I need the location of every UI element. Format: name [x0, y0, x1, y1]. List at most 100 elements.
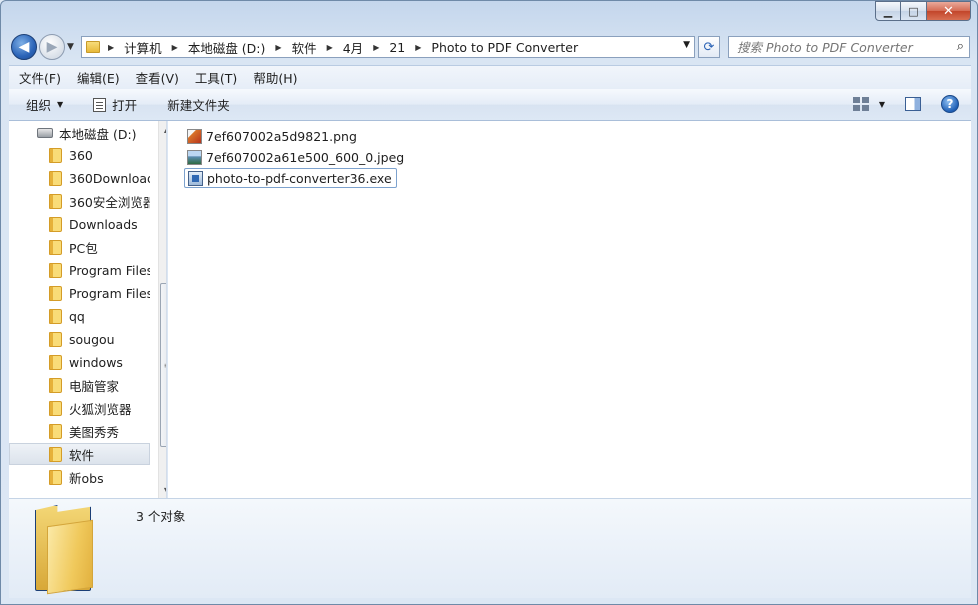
file-name: 7ef607002a5d9821.png	[206, 128, 357, 144]
nav-item-label: qq	[69, 308, 85, 324]
file-name: 7ef607002a61e500_600_0.jpeg	[206, 149, 405, 165]
close-button[interactable]: ✕	[927, 1, 971, 21]
nav-item-label: 360安全浏览器	[69, 194, 150, 210]
minimize-button[interactable]: ▁	[875, 1, 901, 21]
command-bar: 组织 ▼ 打开 新建文件夹 ▼ ?	[9, 89, 971, 121]
nav-folder[interactable]: 360Download	[9, 167, 150, 189]
folder-icon	[49, 170, 62, 186]
nav-folder[interactable]: qq	[9, 305, 150, 327]
preview-pane-icon[interactable]	[905, 97, 921, 111]
breadcrumb: ▶ 计算机 ▶ 本地磁盘 (D:) ▶ 软件 ▶ 4月 ▶ 21 ▶ Photo…	[108, 38, 588, 57]
chevron-right-icon[interactable]: ▶	[275, 43, 281, 52]
breadcrumb-item[interactable]: 计算机	[124, 38, 162, 57]
breadcrumb-item[interactable]: 软件	[292, 38, 317, 57]
folder-icon	[49, 354, 62, 370]
folder-icon	[49, 400, 62, 416]
nav-folder[interactable]: 360安全浏览器	[9, 190, 150, 212]
nav-folder[interactable]: 电脑管家	[9, 374, 150, 396]
nav-item-label: 美图秀秀	[69, 424, 120, 440]
nav-folder[interactable]: 360	[9, 144, 150, 166]
address-bar[interactable]: ▶ 计算机 ▶ 本地磁盘 (D:) ▶ 软件 ▶ 4月 ▶ 21 ▶ Photo…	[81, 36, 695, 58]
nav-folder[interactable]: sougou	[9, 328, 150, 350]
folder-icon	[49, 262, 62, 278]
image-file-icon	[187, 149, 202, 165]
nav-folder[interactable]: Downloads	[9, 213, 150, 235]
chevron-right-icon[interactable]: ▶	[108, 43, 114, 52]
menu-edit[interactable]: 编辑(E)	[77, 68, 120, 87]
folder-icon	[49, 446, 62, 462]
nav-item-label: 360	[69, 147, 93, 163]
address-dropdown-icon[interactable]: ▼	[683, 40, 690, 50]
history-dropdown-icon[interactable]: ▼	[67, 42, 74, 52]
folder-icon	[49, 377, 62, 393]
scroll-up-icon[interactable]: ▲	[159, 121, 166, 137]
nav-item-label: sougou	[69, 331, 115, 347]
file-item[interactable]: 7ef607002a5d9821.png	[184, 126, 361, 146]
nav-folder[interactable]: Program Files	[9, 259, 150, 281]
menu-tools[interactable]: 工具(T)	[195, 68, 237, 87]
breadcrumb-item[interactable]: 本地磁盘 (D:)	[188, 38, 266, 57]
nav-folder[interactable]: 美图秀秀	[9, 420, 150, 442]
breadcrumb-item[interactable]: Photo to PDF Converter	[431, 40, 578, 55]
breadcrumb-item[interactable]: 4月	[343, 38, 363, 57]
menu-view[interactable]: 查看(V)	[136, 68, 179, 87]
nav-folder-selected[interactable]: 软件	[9, 443, 150, 465]
refresh-button[interactable]: ⟳	[698, 36, 720, 58]
folder-icon	[86, 41, 100, 53]
help-icon[interactable]: ?	[941, 95, 959, 113]
search-input[interactable]	[737, 39, 947, 55]
view-controls: ▼ ?	[852, 95, 959, 113]
nav-folder[interactable]: 火狐浏览器	[9, 397, 150, 419]
open-button[interactable]: 打开	[93, 95, 137, 114]
organize-button[interactable]: 组织 ▼	[26, 95, 63, 114]
folder-icon	[49, 147, 62, 163]
refresh-icon: ⟳	[703, 39, 715, 55]
nav-item-label: 软件	[69, 447, 95, 463]
nav-item-label: Program Files	[69, 285, 150, 301]
scroll-down-icon[interactable]: ▼	[159, 482, 166, 498]
breadcrumb-item[interactable]: 21	[389, 40, 405, 55]
navigation-pane: 本地磁盘 (D:) 360 360Download 360安全浏览器 Downl…	[9, 121, 167, 498]
nav-item-label: 电脑管家	[69, 378, 120, 394]
nav-folder[interactable]: windows	[9, 351, 150, 373]
new-folder-button[interactable]: 新建文件夹	[167, 95, 230, 114]
open-icon	[93, 97, 107, 112]
folder-icon	[49, 285, 62, 301]
forward-button[interactable]: ▶	[39, 34, 65, 60]
organize-label: 组织	[26, 98, 52, 113]
image-file-icon	[187, 128, 202, 144]
nav-folder[interactable]: Program Files	[9, 282, 150, 304]
chevron-right-icon[interactable]: ▶	[327, 43, 333, 52]
back-button[interactable]: ◀	[11, 34, 37, 60]
nav-item-label: 火狐浏览器	[69, 401, 132, 417]
views-dropdown-icon[interactable]: ▼	[879, 100, 885, 109]
nav-folder[interactable]: 新obs	[9, 466, 150, 488]
scroll-thumb[interactable]: ≡	[160, 283, 166, 447]
nav-item-label: Program Files	[69, 262, 150, 278]
menu-file[interactable]: 文件(F)	[19, 68, 61, 87]
nav-drive-d[interactable]: 本地磁盘 (D:)	[9, 122, 150, 144]
folder-icon	[49, 308, 62, 324]
nav-scrollbar[interactable]: ▲ ≡ ▼	[158, 121, 166, 498]
drive-icon	[37, 128, 53, 138]
nav-item-label: PC包	[69, 240, 98, 256]
maximize-button[interactable]: □	[901, 1, 927, 21]
menu-bar: 文件(F) 编辑(E) 查看(V) 工具(T) 帮助(H)	[9, 65, 971, 89]
file-item[interactable]: 7ef607002a61e500_600_0.jpeg	[184, 147, 408, 167]
search-box[interactable]: ⌕	[728, 36, 970, 58]
folder-icon	[49, 331, 62, 347]
nav-item-label: windows	[69, 354, 123, 370]
nav-item-label: 本地磁盘 (D:)	[59, 126, 137, 142]
file-item-selected[interactable]: photo-to-pdf-converter36.exe	[184, 168, 397, 188]
chevron-right-icon[interactable]: ▶	[373, 43, 379, 52]
nav-item-label: 360Download	[69, 170, 150, 186]
search-icon[interactable]: ⌕	[957, 39, 964, 54]
back-arrow-icon: ◀	[18, 39, 30, 55]
chevron-down-icon: ▼	[57, 100, 64, 109]
chevron-right-icon[interactable]: ▶	[172, 43, 178, 52]
chevron-right-icon[interactable]: ▶	[415, 43, 421, 52]
nav-folder[interactable]: PC包	[9, 236, 150, 258]
menu-help[interactable]: 帮助(H)	[253, 68, 297, 87]
views-icon[interactable]	[852, 97, 869, 111]
nav-item-label: Downloads	[69, 216, 138, 232]
